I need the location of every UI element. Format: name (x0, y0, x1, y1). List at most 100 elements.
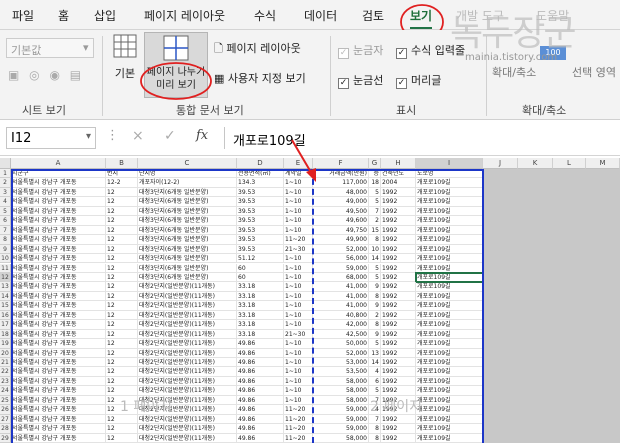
row-header[interactable]: 13 (0, 282, 11, 292)
row-header[interactable]: 10 (0, 254, 11, 264)
column-header[interactable]: L (553, 158, 586, 169)
cancel-icon[interactable]: × (132, 128, 144, 144)
cell-reference: I12 (11, 131, 32, 146)
gridlines-label: 눈금선 (353, 74, 384, 87)
group-label-workbook-views: 통합 문서 보기 (176, 104, 244, 117)
column-header[interactable]: I (416, 158, 483, 169)
zoom-to-selection-button[interactable]: 선택 영역 확대/축소 (572, 64, 620, 80)
column-header[interactable]: K (518, 158, 553, 169)
custom-views-label: 사용자 지정 보기 (227, 72, 306, 85)
page-layout-icon: 🗋 (214, 42, 223, 55)
page-layout-button[interactable]: 🗋 페이지 레이아웃 (214, 40, 301, 59)
custom-views-icon: ▦ (214, 72, 225, 85)
zoom-selection-label: 선택 영역 확대/축소 (572, 66, 620, 79)
ruler-checkbox[interactable]: ✓ 눈금자 (338, 42, 383, 59)
tab-insert[interactable]: 삽입 (94, 7, 116, 24)
row-header[interactable]: 23 (0, 376, 11, 387)
row-header[interactable]: 14 (0, 291, 11, 302)
row-header[interactable]: 1 (0, 169, 11, 179)
save-view-icon[interactable]: ▣ (8, 68, 19, 82)
row-header[interactable]: 19 (0, 339, 11, 349)
column-header[interactable]: H (381, 158, 416, 169)
divider (102, 36, 103, 116)
checkbox-checked-icon: ✓ (396, 78, 407, 89)
row-header[interactable]: 6 (0, 216, 11, 226)
worksheet-grid[interactable]: A B C D E F G H I J K L M 1 시군구 번지 단지명 전용면적(… (0, 139, 620, 443)
chevron-down-icon: ▾ (83, 41, 89, 54)
new-view-icon[interactable]: ◉ (49, 68, 59, 82)
row-header[interactable]: 4 (0, 197, 11, 207)
headings-checkbox[interactable]: ✓ 머리글 (396, 72, 441, 89)
zoom-button[interactable]: 확대/축소 (492, 64, 536, 80)
row-header[interactable]: 22 (0, 367, 11, 377)
checkbox-checked-icon: ✓ (396, 48, 407, 59)
row-header[interactable]: 24 (0, 386, 11, 396)
row-header[interactable]: 28 (0, 424, 11, 434)
tab-data[interactable]: 데이터 (304, 7, 337, 24)
row-header[interactable]: 20 (0, 348, 11, 358)
row-header[interactable]: 3 (0, 187, 11, 198)
column-header[interactable]: D (237, 158, 284, 169)
non-print-area (484, 169, 620, 443)
row-header[interactable]: 5 (0, 206, 11, 217)
checkbox-checked-icon: ✓ (338, 78, 349, 89)
row-header[interactable]: 29 (0, 433, 11, 443)
tab-home[interactable]: 홈 (58, 7, 69, 24)
tab-review[interactable]: 검토 (362, 7, 384, 24)
gridlines-checkbox[interactable]: ✓ 눈금선 (338, 72, 383, 89)
row-header[interactable]: 25 (0, 395, 11, 406)
sheet-view-value: 기본값 (11, 44, 42, 57)
sheet-view-icons: ▣ ◎ ◉ ▤ (8, 68, 81, 82)
normal-view-icon (113, 34, 137, 58)
tab-file[interactable]: 파일 (12, 7, 34, 24)
column-header[interactable]: A (11, 158, 106, 169)
group-label-show: 표시 (396, 104, 417, 117)
page-break-icon (163, 35, 189, 61)
row-header[interactable]: 16 (0, 310, 11, 321)
red-highlight-circle-button (140, 62, 212, 100)
divider (330, 36, 331, 116)
row-header[interactable]: 27 (0, 414, 11, 425)
ruler-label: 눈금자 (353, 44, 384, 57)
row-header[interactable]: 17 (0, 320, 11, 330)
row-header[interactable]: 26 (0, 405, 11, 415)
group-label-zoom: 확대/축소 (522, 104, 567, 117)
formula-bar-grip: ⋮ (106, 128, 121, 143)
row-header[interactable]: 2 (0, 178, 11, 188)
normal-view-button[interactable]: 기본 (108, 34, 142, 80)
enter-icon[interactable]: ✓ (164, 128, 176, 144)
custom-views-button[interactable]: ▦ 사용자 지정 보기 (214, 70, 306, 86)
tab-formulas[interactable]: 수식 (254, 7, 276, 24)
row-header[interactable]: 12 (0, 272, 11, 283)
row-header[interactable]: 15 (0, 301, 11, 311)
tab-page-layout[interactable]: 페이지 레이아웃 (144, 7, 225, 24)
row-header[interactable]: 7 (0, 225, 11, 236)
column-header[interactable]: M (586, 158, 620, 169)
column-header[interactable]: G (369, 158, 381, 169)
select-all-corner[interactable] (0, 158, 11, 169)
insert-function-icon[interactable]: fx (196, 128, 208, 143)
zoom-label: 확대/축소 (492, 66, 537, 79)
group-label-sheet-view: 시트 보기 (22, 104, 66, 117)
print-area-border (11, 169, 484, 443)
row-header[interactable]: 8 (0, 235, 11, 245)
column-header[interactable]: B (106, 158, 138, 169)
column-header[interactable]: J (483, 158, 518, 169)
chevron-down-icon[interactable]: ▾ (86, 131, 91, 142)
column-header[interactable]: C (138, 158, 237, 169)
name-box[interactable]: I12 ▾ (6, 127, 96, 149)
row-header[interactable]: 11 (0, 263, 11, 273)
exit-view-icon[interactable]: ◎ (29, 68, 39, 82)
headings-label: 머리글 (411, 74, 442, 87)
page-layout-label: 페이지 레이아웃 (226, 42, 301, 55)
options-icon[interactable]: ▤ (70, 68, 81, 82)
row-header[interactable]: 18 (0, 329, 11, 340)
normal-view-label: 기본 (114, 67, 136, 80)
page-break-line[interactable] (312, 169, 314, 443)
watermark-url: mainia.tistory.com (465, 52, 558, 63)
checkbox-checked-icon: ✓ (338, 48, 349, 59)
formula-input[interactable]: 개포로109길 (224, 127, 616, 149)
row-header[interactable]: 21 (0, 358, 11, 368)
sheet-view-dropdown[interactable]: 기본값 ▾ (6, 38, 94, 58)
row-header[interactable]: 9 (0, 244, 11, 255)
